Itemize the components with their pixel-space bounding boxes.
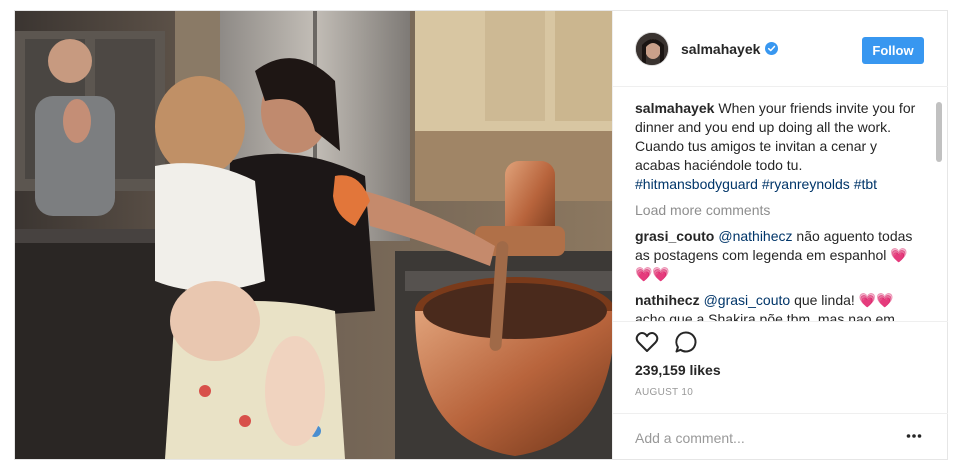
comment-text-continued: acho que a Shakira põe tbm, mas nao em <box>635 311 895 321</box>
add-comment-input[interactable] <box>635 428 865 448</box>
add-comment-section <box>613 413 948 459</box>
post-card: salmahayek Follow salmahayek When your fr… <box>14 10 948 460</box>
comment-mention[interactable]: @grasi_couto <box>704 292 791 308</box>
follow-button[interactable]: Follow <box>862 37 924 64</box>
load-more-comments-link[interactable]: Load more comments <box>635 201 925 220</box>
comment-text: que linda! <box>794 292 855 308</box>
comment-item: grasi_couto @nathihecz não aguento todas … <box>635 227 925 284</box>
comments-scrollbar[interactable] <box>934 99 943 321</box>
likes-count[interactable]: 239,159 likes <box>635 362 721 378</box>
scrollbar-thumb[interactable] <box>936 102 942 162</box>
kitchen-photo-illustration <box>15 11 612 459</box>
post-photo[interactable] <box>15 11 612 459</box>
post-header: salmahayek Follow <box>613 11 948 87</box>
comments-list[interactable]: salmahayek When your friends invite you f… <box>635 99 925 321</box>
username[interactable]: salmahayek <box>681 41 760 57</box>
post-side-panel: salmahayek Follow salmahayek When your fr… <box>612 11 948 459</box>
post-date[interactable]: AUGUST 10 <box>635 387 693 398</box>
verified-badge-icon <box>765 42 779 55</box>
speech-bubble-icon[interactable] <box>673 329 699 355</box>
actions-divider <box>613 321 948 322</box>
heart-icon[interactable] <box>634 329 660 355</box>
comment-item: nathihecz @grasi_couto que linda! 💗💗 acho… <box>635 291 925 321</box>
comment-username[interactable]: grasi_couto <box>635 228 714 244</box>
avatar-image <box>636 32 668 65</box>
avatar[interactable] <box>635 31 669 66</box>
comment-mention[interactable]: @nathihecz <box>718 228 792 244</box>
caption-username[interactable]: salmahayek <box>635 100 714 116</box>
comment-username[interactable]: nathihecz <box>635 292 700 308</box>
ellipsis-icon[interactable] <box>906 431 922 441</box>
heart-emoji: 💗💗 <box>858 292 894 308</box>
caption-hashtags[interactable]: #hitmansbodyguard #ryanreynolds #tbt <box>635 176 877 192</box>
caption: salmahayek When your friends invite you f… <box>635 99 925 194</box>
